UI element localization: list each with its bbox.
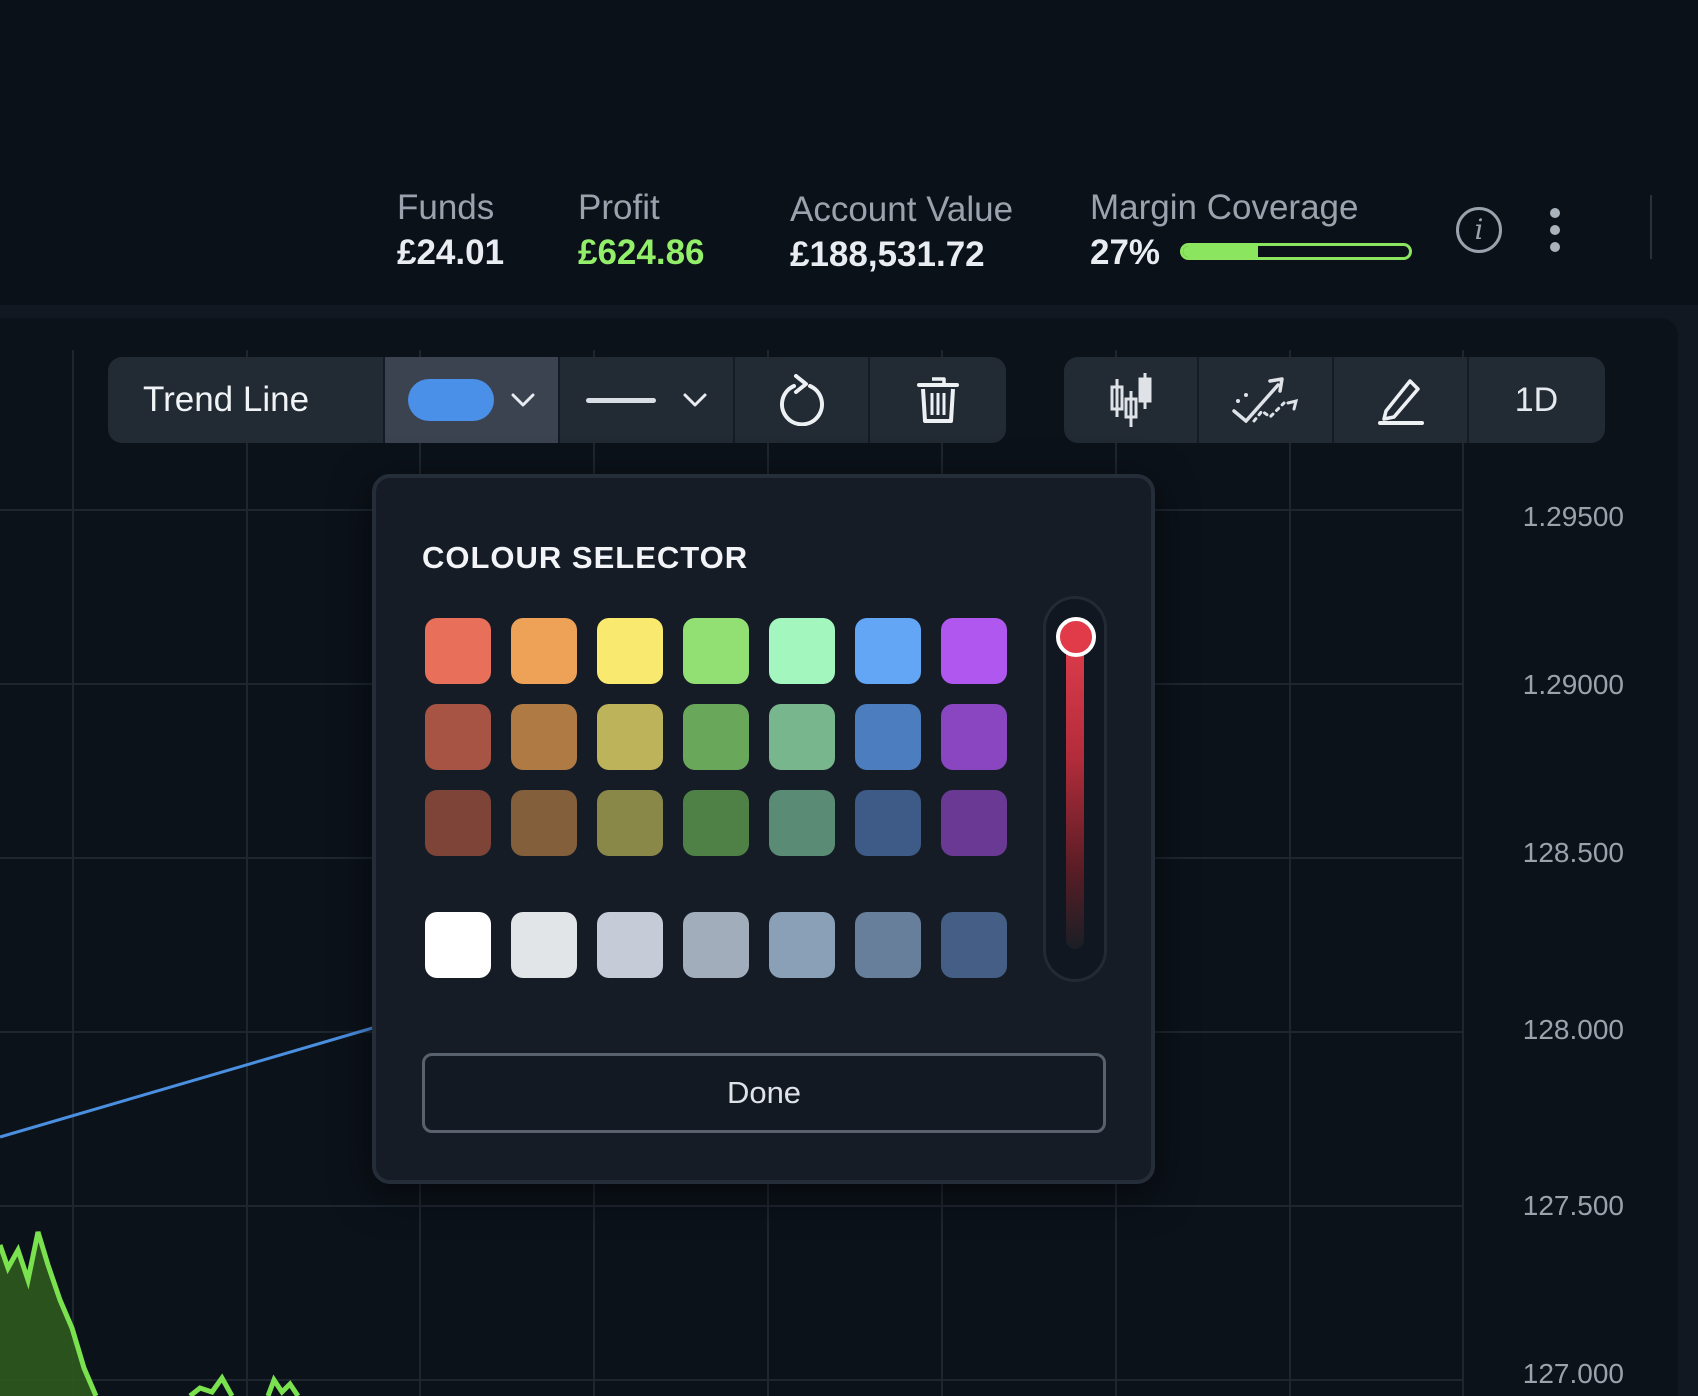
draw-icon bbox=[1377, 379, 1424, 425]
colour-swatch[interactable] bbox=[597, 790, 663, 856]
done-button[interactable]: Done bbox=[422, 1053, 1106, 1133]
drawing-tools-button[interactable] bbox=[1334, 357, 1469, 443]
delete-button[interactable] bbox=[870, 357, 1005, 443]
colour-selector-title: COLOUR SELECTOR bbox=[422, 540, 749, 575]
colour-swatch[interactable] bbox=[425, 912, 491, 978]
tool-name[interactable]: Trend Line bbox=[108, 357, 385, 443]
candlestick-icon bbox=[1110, 373, 1151, 427]
line-style-preview bbox=[585, 397, 656, 403]
colour-swatch[interactable] bbox=[941, 790, 1007, 856]
colour-swatch[interactable] bbox=[683, 618, 749, 684]
price-axis-label: 1.29500 bbox=[1523, 501, 1624, 532]
price-axis: 1.29500 1.29000 128.500 128.000 127.500 127.0… bbox=[1523, 501, 1624, 1389]
colour-swatch[interactable] bbox=[941, 912, 1007, 978]
chevron-down-icon bbox=[511, 393, 534, 407]
chart-toolbar: 1D bbox=[1064, 357, 1605, 443]
colour-swatch[interactable] bbox=[855, 618, 921, 684]
chevron-down-icon bbox=[683, 393, 706, 407]
selected-color-swatch bbox=[407, 379, 494, 421]
colour-swatch[interactable] bbox=[769, 618, 835, 684]
colour-selector-popup: COLOUR SELECTOR Done bbox=[372, 474, 1155, 1184]
price-axis-label: 1.29000 bbox=[1523, 669, 1624, 700]
colour-swatch[interactable] bbox=[683, 704, 749, 770]
colour-swatch[interactable] bbox=[511, 704, 577, 770]
opacity-slider[interactable] bbox=[1043, 596, 1107, 982]
indicator-icon bbox=[1231, 377, 1298, 423]
colour-swatch[interactable] bbox=[511, 912, 577, 978]
colour-swatch[interactable] bbox=[855, 790, 921, 856]
colour-swatch[interactable] bbox=[425, 704, 491, 770]
colour-swatch[interactable] bbox=[425, 618, 491, 684]
colour-swatch[interactable] bbox=[769, 790, 835, 856]
colour-swatch[interactable] bbox=[511, 618, 577, 684]
reset-button[interactable] bbox=[735, 357, 870, 443]
colour-swatch[interactable] bbox=[855, 704, 921, 770]
indicators-button[interactable] bbox=[1199, 357, 1334, 443]
colour-swatch[interactable] bbox=[511, 790, 577, 856]
colour-swatch[interactable] bbox=[941, 704, 1007, 770]
colour-swatch[interactable] bbox=[855, 912, 921, 978]
opacity-slider-thumb[interactable] bbox=[1056, 617, 1096, 657]
opacity-slider-fill bbox=[1066, 629, 1084, 949]
trash-icon bbox=[916, 377, 959, 423]
interval-button[interactable]: 1D bbox=[1469, 357, 1604, 443]
colour-swatch[interactable] bbox=[769, 912, 835, 978]
line-style-button[interactable] bbox=[560, 357, 735, 443]
colour-swatch[interactable] bbox=[597, 618, 663, 684]
price-axis-label: 127.000 bbox=[1523, 1358, 1624, 1389]
reset-icon bbox=[779, 374, 824, 426]
colour-swatch[interactable] bbox=[683, 790, 749, 856]
colour-swatch[interactable] bbox=[769, 704, 835, 770]
price-axis-label: 127.500 bbox=[1523, 1190, 1624, 1221]
chart-type-button[interactable] bbox=[1064, 357, 1199, 443]
price-axis-label: 128.000 bbox=[1523, 1014, 1624, 1045]
colour-swatch[interactable] bbox=[425, 790, 491, 856]
trend-line bbox=[0, 1025, 377, 1139]
price-axis-label: 128.500 bbox=[1523, 837, 1624, 868]
colour-swatch[interactable] bbox=[683, 912, 749, 978]
color-picker-button[interactable] bbox=[385, 357, 560, 443]
colour-swatch[interactable] bbox=[597, 704, 663, 770]
trading-app: Funds £24.01 Profit £624.86 Account Valu… bbox=[0, 0, 1698, 1396]
drawing-toolbar: Trend Line bbox=[108, 357, 1006, 443]
colour-swatch[interactable] bbox=[941, 618, 1007, 684]
colour-swatch[interactable] bbox=[597, 912, 663, 978]
